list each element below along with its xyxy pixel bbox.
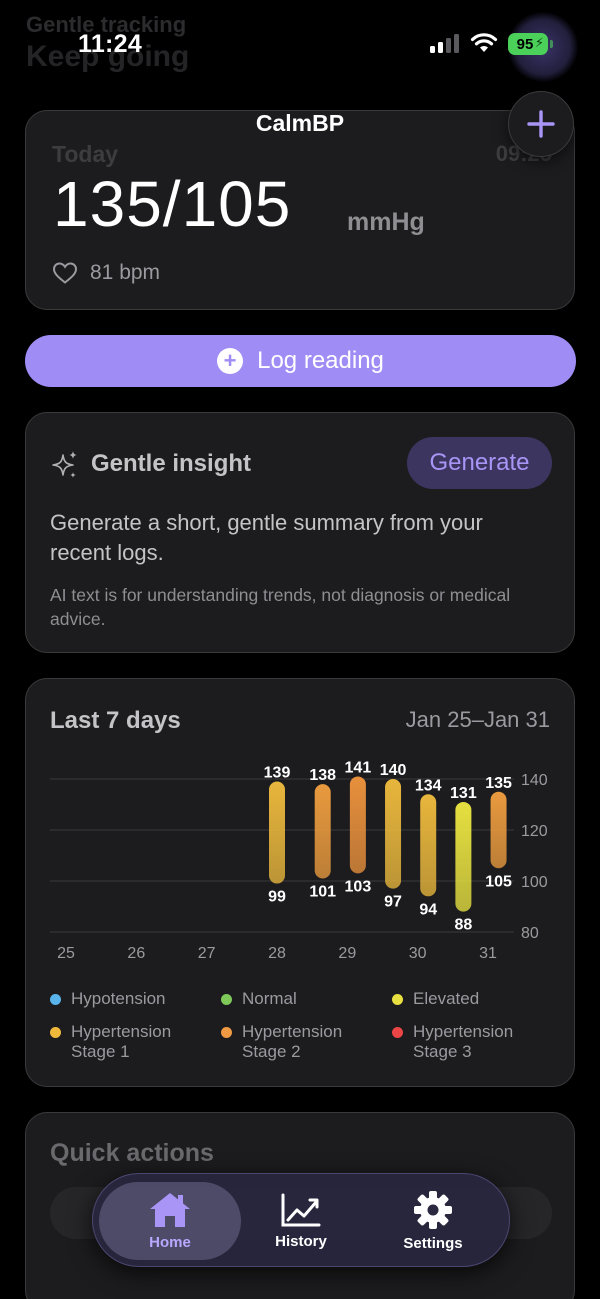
battery-indicator: 95 ⚡ (508, 33, 548, 55)
legend-label: Elevated (413, 989, 480, 1008)
add-reading-button[interactable] (508, 91, 574, 157)
legend-label: Hypertension Stage 3 (413, 1022, 514, 1061)
home-icon (150, 1193, 190, 1227)
bp-range-bar (490, 791, 507, 869)
diastolic-label: 103 (345, 878, 372, 895)
blood-pressure-value: 135/105 (53, 168, 292, 240)
bp-range-bar (420, 794, 437, 897)
legend-dot (50, 994, 61, 1005)
diastolic-label: 99 (268, 889, 286, 906)
legend-item-elevated: Elevated (392, 989, 552, 1009)
bp-range-bar (455, 801, 472, 912)
legend-item-hypertension-stage-3: Hypertension Stage 3 (392, 1022, 532, 1062)
legend-label: Normal (242, 989, 297, 1008)
legend-item-hypertension-stage-1: Hypertension Stage 1 (50, 1022, 190, 1062)
log-reading-button[interactable]: + Log reading (25, 335, 576, 387)
insight-disclaimer: AI text is for understanding trends, not… (50, 585, 511, 629)
status-bar: 11:24 95 ⚡ (0, 0, 600, 90)
diastolic-label: 94 (419, 901, 437, 918)
chart-date-range: Jan 25–Jan 31 (405, 707, 550, 732)
legend-item-hypotension: Hypotension (50, 989, 210, 1009)
legend-label: Hypertension Stage 1 (71, 1022, 172, 1061)
sparkle-icon (52, 451, 77, 478)
legend-dot (221, 994, 232, 1005)
chart-title: Last 7 days (50, 707, 181, 734)
legend-dot (221, 1027, 232, 1038)
diastolic-label: 97 (384, 894, 402, 911)
wifi-icon (470, 33, 498, 52)
gear-icon (414, 1191, 452, 1229)
cellular-signal-icon (430, 34, 459, 53)
legend-dot (50, 1027, 61, 1038)
plus-circle-icon: + (217, 348, 244, 374)
today-label: Today (52, 141, 119, 167)
tab-bar: Home History Settings (92, 1173, 510, 1267)
systolic-label: 138 (309, 767, 336, 784)
systolic-label: 135 (485, 775, 512, 792)
y-tick-label: 80 (521, 925, 539, 942)
systolic-label: 140 (380, 762, 407, 779)
x-tick-label: 26 (127, 945, 145, 962)
diastolic-label: 105 (485, 873, 512, 890)
systolic-label: 134 (415, 777, 442, 794)
battery-tip (550, 40, 553, 48)
blood-pressure-unit: mmHg (347, 208, 425, 236)
legend-dot (392, 994, 403, 1005)
tab-settings[interactable]: Settings (365, 1182, 501, 1260)
bp-range-bar (349, 776, 366, 874)
x-tick-label: 30 (409, 945, 427, 962)
legend-label: Hypotension (71, 989, 166, 1008)
tab-history[interactable]: History (233, 1182, 369, 1260)
today-reading-card[interactable]: Today 09:25 135/105 mmHg 81 bpm (25, 110, 575, 310)
y-tick-label: 120 (521, 823, 548, 840)
bp-range-bar (269, 781, 285, 884)
heart-icon (52, 262, 78, 284)
legend-item-hypertension-stage-2: Hypertension Stage 2 (221, 1022, 361, 1062)
y-tick-label: 140 (521, 772, 548, 789)
tab-home-label: Home (149, 1234, 191, 1251)
legend-label: Hypertension Stage 2 (242, 1022, 343, 1061)
generate-button[interactable]: Generate (407, 437, 552, 489)
plus-icon (527, 110, 555, 138)
bp-range-bar (314, 784, 331, 879)
insight-body: Generate a short, gentle summary from yo… (50, 510, 483, 565)
x-tick-label: 29 (338, 945, 356, 962)
x-tick-label: 25 (57, 945, 75, 962)
last-7-days-card: 140 120 100 80 25 26 27 28 29 30 31 139 99 138 101 141 1… (25, 678, 575, 1087)
x-tick-label: 28 (268, 945, 286, 962)
systolic-label: 139 (264, 765, 291, 782)
bp-range-bar (385, 779, 402, 889)
y-tick-label: 100 (521, 874, 548, 891)
systolic-label: 141 (345, 759, 372, 776)
systolic-label: 131 (450, 785, 477, 802)
legend-item-normal: Normal (221, 989, 381, 1009)
chart-line-icon (281, 1193, 321, 1227)
charging-bolt-icon: ⚡ (534, 35, 544, 50)
x-tick-label: 31 (479, 945, 497, 962)
gentle-insight-card: Gentle insight Generate Generate a short… (25, 412, 575, 653)
battery-level: 95 (516, 35, 534, 53)
log-reading-label: Log reading (257, 347, 384, 374)
x-tick-label: 27 (198, 945, 216, 962)
diastolic-label: 101 (309, 883, 336, 900)
legend-dot (392, 1027, 403, 1038)
tab-settings-label: Settings (403, 1235, 463, 1252)
pulse-value: 81 bpm (90, 261, 161, 284)
insight-title: Gentle insight (91, 450, 252, 477)
tab-home[interactable]: Home (99, 1182, 241, 1260)
status-time: 11:24 (78, 30, 143, 58)
quick-actions-title: Quick actions (50, 1139, 214, 1167)
tab-history-label: History (275, 1233, 327, 1250)
diastolic-label: 88 (454, 917, 472, 934)
